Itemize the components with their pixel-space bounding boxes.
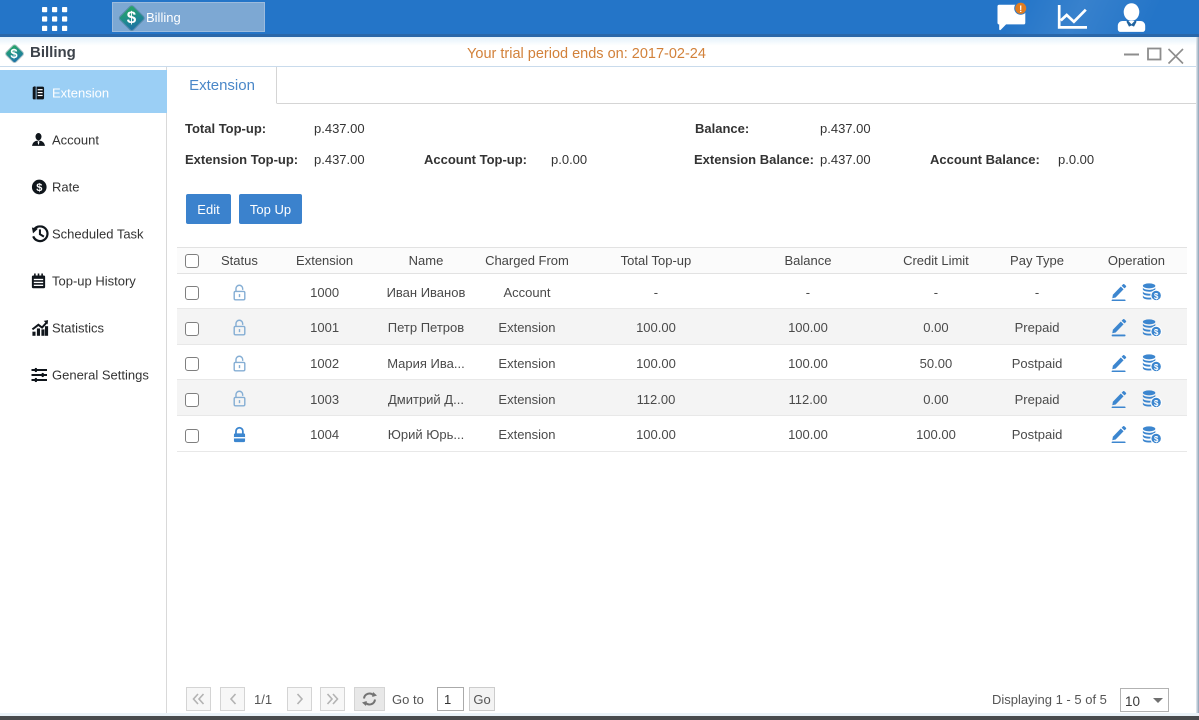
- svg-text:$: $: [1154, 328, 1159, 337]
- svg-text:$: $: [1154, 292, 1159, 301]
- svg-text:$: $: [1154, 363, 1159, 372]
- svg-text:$: $: [1154, 434, 1159, 443]
- svg-text:$: $: [1154, 399, 1159, 408]
- svg-text:!: !: [1019, 4, 1022, 15]
- svg-text:$: $: [36, 182, 42, 194]
